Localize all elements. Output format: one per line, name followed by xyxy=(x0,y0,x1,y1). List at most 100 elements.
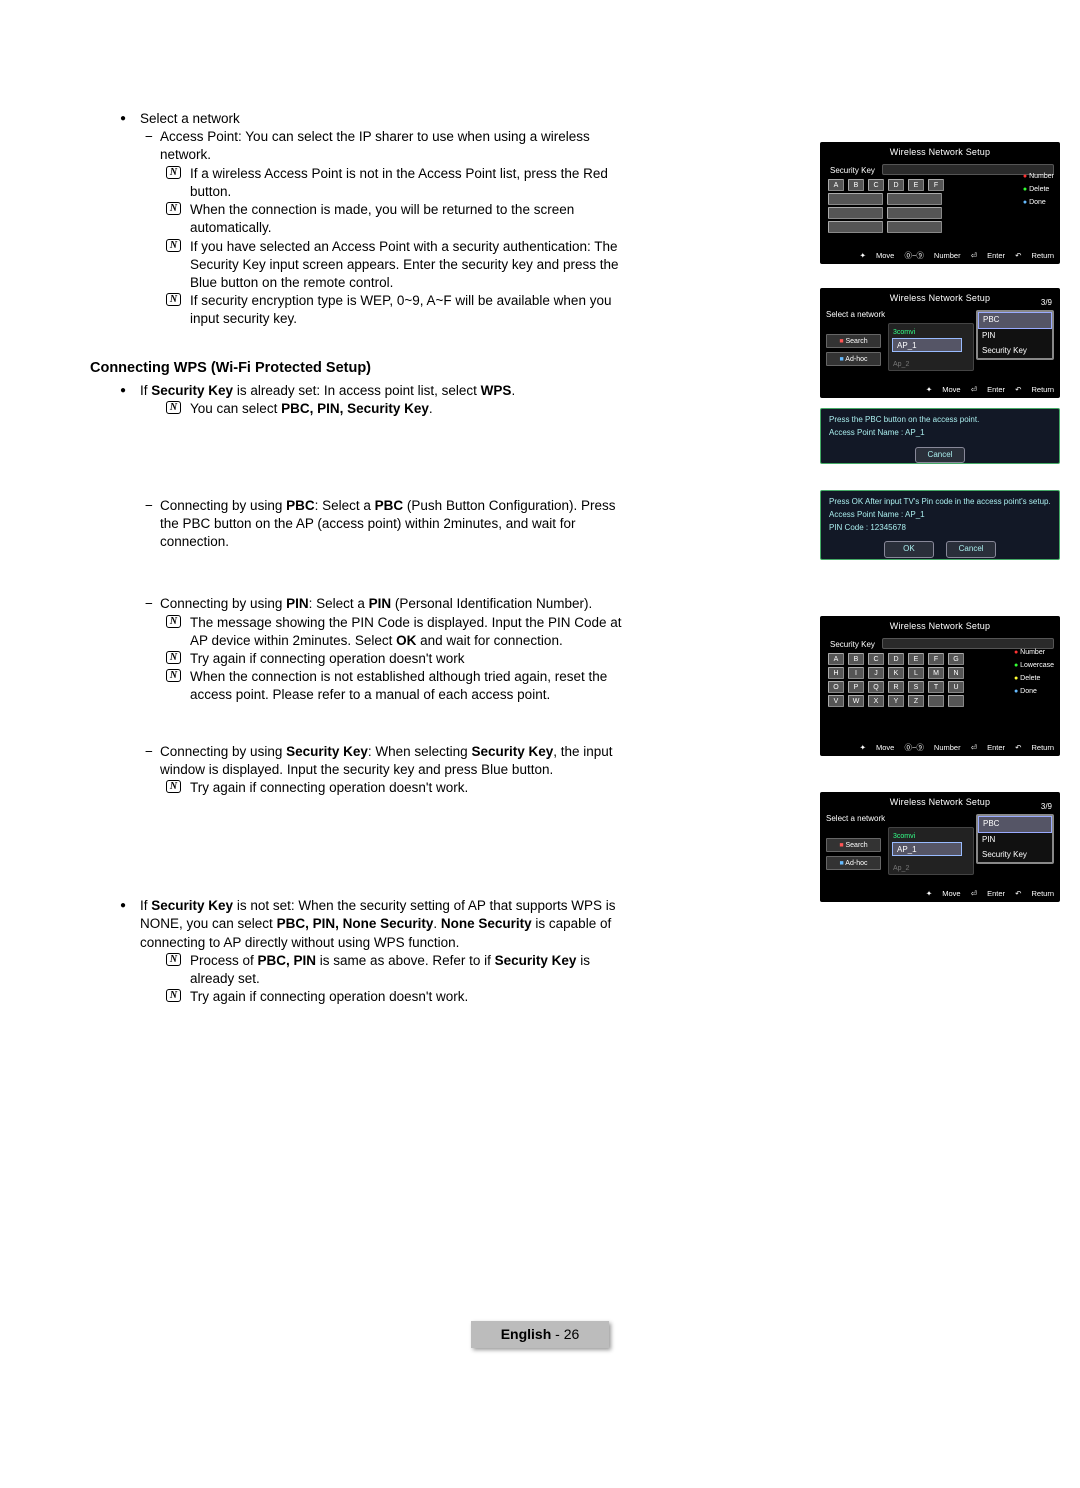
kb-key[interactable]: U xyxy=(948,681,964,693)
note-icon: N xyxy=(166,401,181,414)
kb-key[interactable] xyxy=(828,221,883,233)
kb-key[interactable]: E xyxy=(908,653,924,665)
section-select-network: Select a network Access Point: You can s… xyxy=(60,110,630,329)
ap-item[interactable]: Ap_2 xyxy=(893,360,909,369)
kb-key[interactable]: G xyxy=(948,653,964,665)
kb-key[interactable]: K xyxy=(888,667,904,679)
t: PBC xyxy=(286,498,315,513)
note-icon: N xyxy=(166,651,181,664)
t: Try again if connecting operation doesn'… xyxy=(190,989,468,1004)
ap-selected[interactable]: AP_1 xyxy=(892,338,962,352)
ui-pbc-inset: Press the PBC button on the access point… xyxy=(820,408,1060,464)
t: Return xyxy=(1031,385,1054,394)
adhoc-button[interactable]: ■ Ad-hoc xyxy=(826,856,881,870)
t: Connecting by using xyxy=(160,498,286,513)
kb-key[interactable]: N xyxy=(948,667,964,679)
ap-item[interactable]: 3comvi xyxy=(893,328,915,337)
kb-key[interactable]: A xyxy=(828,179,844,191)
kb-key[interactable]: D xyxy=(888,653,904,665)
ui-title: Wireless Network Setup xyxy=(820,288,1060,310)
note-can-select: N You can select PBC, PIN, Security Key. xyxy=(60,400,630,418)
kb-key[interactable]: S xyxy=(908,681,924,693)
kb-key[interactable] xyxy=(828,193,883,205)
kb-key[interactable] xyxy=(828,207,883,219)
kb-key[interactable]: E xyxy=(908,179,924,191)
popup-pin[interactable]: PIN xyxy=(978,329,1052,344)
pbc-ap: Access Point Name : AP_1 xyxy=(829,428,1051,439)
kb-key[interactable]: A xyxy=(828,653,844,665)
kb-key[interactable]: C xyxy=(868,179,884,191)
kb-key[interactable]: Z xyxy=(908,695,924,707)
ok-button[interactable]: OK xyxy=(884,541,934,558)
kb-key[interactable]: M xyxy=(928,667,944,679)
count: 3/9 xyxy=(1041,802,1052,813)
t: Enter xyxy=(987,889,1005,898)
popup-seckey[interactable]: Security Key xyxy=(978,344,1052,359)
wps-already-set: If Security Key is already set: In acces… xyxy=(60,382,630,418)
popup-pin[interactable]: PIN xyxy=(978,833,1052,848)
kb-key[interactable]: R xyxy=(888,681,904,693)
ap-selected[interactable]: AP_1 xyxy=(892,842,962,856)
kb-key[interactable]: O xyxy=(828,681,844,693)
kb-key[interactable]: V xyxy=(828,695,844,707)
pin-text: Press OK After input TV's Pin code in th… xyxy=(829,497,1051,508)
cancel-button[interactable]: Cancel xyxy=(915,447,965,464)
t: : When selecting xyxy=(368,744,472,759)
kb-key[interactable]: H xyxy=(828,667,844,679)
ap-item[interactable]: 3comvi xyxy=(893,832,915,841)
kb-key[interactable]: B xyxy=(848,653,864,665)
kb-key[interactable] xyxy=(928,695,944,707)
kb-key[interactable]: Y xyxy=(888,695,904,707)
t: Move xyxy=(942,385,960,394)
note-text: When the connection is made, you will be… xyxy=(190,202,574,235)
count: 3/9 xyxy=(1041,298,1052,309)
t: is already set: In access point list, se… xyxy=(233,383,481,398)
kb-key[interactable]: L xyxy=(908,667,924,679)
t: Lowercase xyxy=(1020,662,1054,669)
popup-pbc[interactable]: PBC xyxy=(978,312,1052,329)
t: Connecting by using xyxy=(160,596,286,611)
search-button[interactable]: ■ Search xyxy=(826,334,881,348)
note-pin-reset: NWhen the connection is not established … xyxy=(60,668,630,704)
popup-seckey[interactable]: Security Key xyxy=(978,848,1052,863)
bullet-select-network: Select a network xyxy=(60,110,630,128)
adhoc-button[interactable]: ■ Ad-hoc xyxy=(826,352,881,366)
kb-key[interactable]: P xyxy=(848,681,864,693)
dash-access-point: Access Point: You can select the IP shar… xyxy=(60,128,630,164)
kb-key[interactable]: T xyxy=(928,681,944,693)
kb-key[interactable]: F xyxy=(928,653,944,665)
popup-pbc[interactable]: PBC xyxy=(978,816,1052,833)
search-button[interactable]: ■ Search xyxy=(826,838,881,852)
t: Enter xyxy=(987,385,1005,394)
bullet-not-set: If Security Key is not set: When the sec… xyxy=(60,897,630,952)
kb-key[interactable] xyxy=(887,221,942,233)
legend: ● Number ● Delete ● Done xyxy=(1023,170,1054,209)
t: PBC, PIN, Security Key xyxy=(281,401,429,416)
t: Process of xyxy=(190,953,258,968)
kb-key[interactable]: W xyxy=(848,695,864,707)
kb-key[interactable]: D xyxy=(888,179,904,191)
t: is same as above. Refer to if xyxy=(316,953,495,968)
kb-key[interactable] xyxy=(887,193,942,205)
t: PBC, PIN xyxy=(258,953,317,968)
kb-key[interactable] xyxy=(887,207,942,219)
kb-key[interactable] xyxy=(948,695,964,707)
ap-item[interactable]: Ap_2 xyxy=(893,864,909,873)
kb-key[interactable]: I xyxy=(848,667,864,679)
t: Done xyxy=(1020,688,1037,695)
t: (Personal Identification Number). xyxy=(391,596,592,611)
note-icon: N xyxy=(166,615,181,628)
ui-footer: ✦ Move ⓪~⑨ Number ⏎ Enter ↶ Return xyxy=(820,247,1060,264)
t: Return xyxy=(1031,889,1054,898)
t: Security Key xyxy=(495,953,577,968)
t: Security Key xyxy=(471,744,553,759)
kb-key[interactable]: B xyxy=(848,179,864,191)
t: Ad-hoc xyxy=(845,356,867,363)
kb-key[interactable]: C xyxy=(868,653,884,665)
kb-key[interactable]: J xyxy=(868,667,884,679)
kb-key[interactable]: F xyxy=(928,179,944,191)
cancel-button[interactable]: Cancel xyxy=(946,541,996,558)
kb-key[interactable]: Q xyxy=(868,681,884,693)
t: If xyxy=(140,898,151,913)
kb-key[interactable]: X xyxy=(868,695,884,707)
